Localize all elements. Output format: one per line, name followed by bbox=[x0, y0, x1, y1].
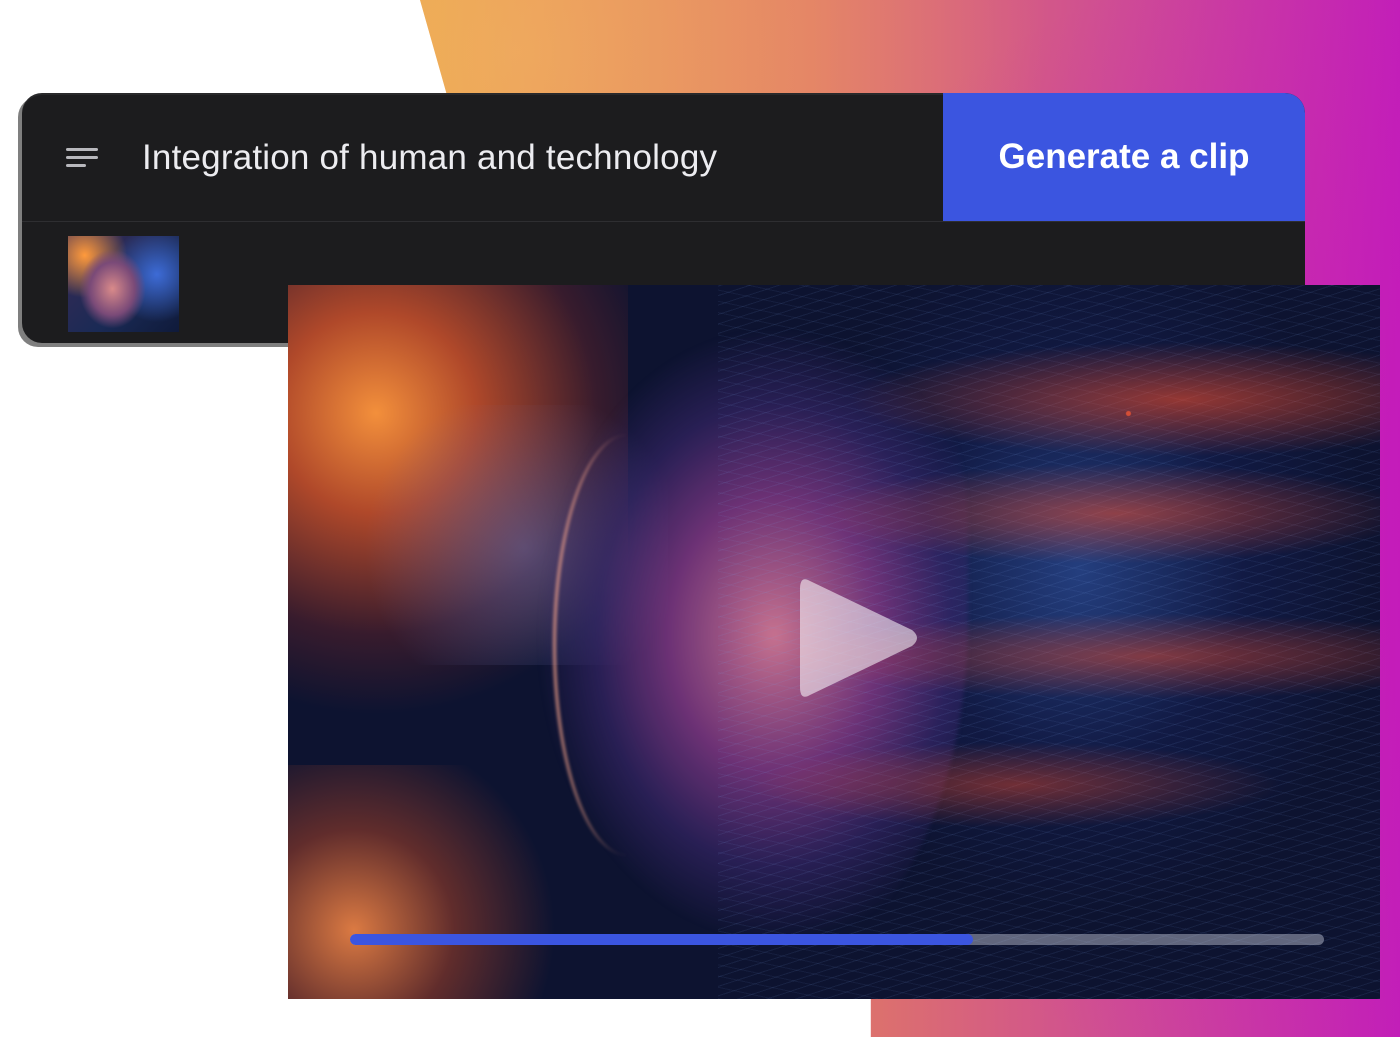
video-player[interactable] bbox=[288, 285, 1380, 999]
progress-fill bbox=[350, 934, 974, 945]
progress-bar[interactable] bbox=[350, 934, 1324, 945]
menu-lines-icon[interactable] bbox=[66, 148, 98, 168]
prompt-bar: Integration of human and technology Gene… bbox=[22, 93, 1305, 222]
play-icon[interactable] bbox=[788, 563, 928, 713]
prompt-text[interactable]: Integration of human and technology bbox=[142, 135, 717, 181]
generate-clip-button[interactable]: Generate a clip bbox=[943, 93, 1305, 221]
clip-thumbnail[interactable] bbox=[68, 236, 179, 332]
